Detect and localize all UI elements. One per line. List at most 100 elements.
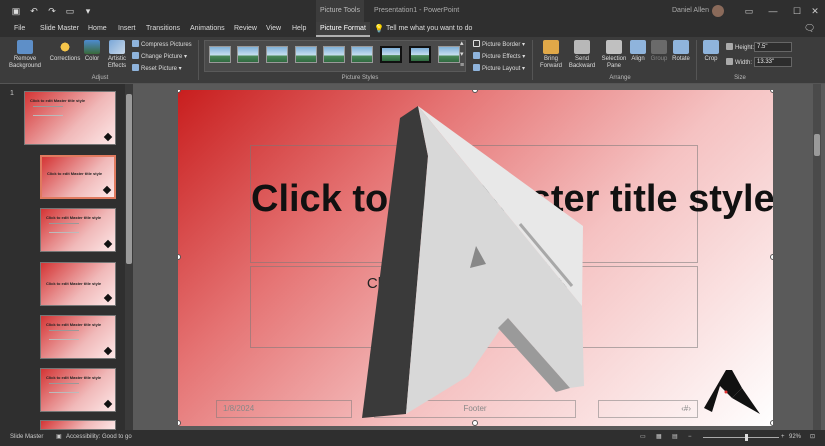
- tab-transitions[interactable]: Transitions: [146, 22, 180, 37]
- picture-styles-gallery[interactable]: [204, 40, 466, 72]
- group-label-picture-styles: Picture Styles: [341, 75, 379, 81]
- avatar[interactable]: [712, 5, 724, 17]
- save-icon[interactable]: ▣: [10, 5, 22, 17]
- selection-pane-icon: [606, 40, 622, 54]
- fit-slide-icon[interactable]: ⊡: [810, 430, 815, 445]
- user-name[interactable]: Daniel Allen: [672, 0, 709, 22]
- picture-border-button[interactable]: Picture Border ▾: [473, 40, 525, 49]
- picture-style-9[interactable]: [438, 46, 460, 63]
- resize-handle-bottom-left[interactable]: [178, 420, 181, 426]
- ribbon-display-icon[interactable]: ▭: [736, 0, 762, 22]
- tab-review[interactable]: Review: [234, 22, 257, 37]
- redo-icon[interactable]: ↷: [46, 5, 58, 17]
- picture-style-1[interactable]: [209, 46, 231, 63]
- lightbulb-icon: 💡: [374, 24, 384, 33]
- compress-pictures-button[interactable]: Compress Pictures: [132, 40, 192, 49]
- reset-picture-icon: [132, 64, 139, 71]
- start-from-beginning-icon[interactable]: ▭: [64, 5, 76, 17]
- logo-picture[interactable]: [358, 96, 598, 418]
- artistic-effects-button[interactable]: Artistic Effects: [104, 40, 130, 70]
- send-backward-button[interactable]: Send Backward: [566, 40, 598, 70]
- group-label-arrange: Arrange: [609, 75, 631, 81]
- undo-icon[interactable]: ↶: [28, 5, 40, 17]
- slide-number-placeholder[interactable]: ‹#›: [598, 400, 698, 418]
- slide-canvas[interactable]: Click to edit Master title style Click t…: [178, 90, 773, 426]
- zoom-slider-knob[interactable]: [745, 434, 748, 441]
- resize-handle-top-right[interactable]: [770, 90, 773, 93]
- tell-me-search[interactable]: Tell me what you want to do: [386, 22, 472, 36]
- spelling-icon[interactable]: ▣: [56, 430, 62, 445]
- tab-help[interactable]: Help: [292, 22, 306, 37]
- zoom-in-icon[interactable]: +: [781, 430, 785, 445]
- group-label-size: Size: [734, 75, 746, 81]
- accessibility-status[interactable]: Accessibility: Good to go: [66, 430, 132, 445]
- gallery-more-icon[interactable]: ≡: [460, 62, 464, 69]
- tab-slide-master[interactable]: Slide Master: [40, 22, 79, 37]
- crop-button[interactable]: Crop: [700, 40, 722, 63]
- resize-handle-bottom[interactable]: [472, 420, 478, 426]
- slide-thumbnail-panel: 1 Click to edit Master title style Click…: [0, 84, 133, 430]
- workspace-scrollbar[interactable]: [813, 84, 821, 430]
- slide-number: 1: [10, 90, 14, 97]
- resize-handle-bottom-right[interactable]: [770, 420, 773, 426]
- reset-picture-button[interactable]: Reset Picture ▾: [132, 64, 182, 73]
- compress-icon: [132, 40, 139, 47]
- reading-view-icon[interactable]: ▤: [672, 430, 678, 445]
- resize-handle-right[interactable]: [770, 254, 773, 260]
- layout-thumbnail[interactable]: Click to edit Master title style: [40, 262, 116, 306]
- gallery-scroll-down-icon[interactable]: ▾: [460, 51, 464, 58]
- workspace-scrollbar-thumb[interactable]: [814, 134, 820, 156]
- zoom-out-icon[interactable]: −: [688, 430, 692, 445]
- resize-handle-top[interactable]: [472, 90, 478, 93]
- panel-scrollbar-thumb[interactable]: [126, 94, 132, 264]
- picture-style-2[interactable]: [237, 46, 259, 63]
- picture-style-6[interactable]: [351, 46, 373, 63]
- comments-icon[interactable]: 🗨: [804, 23, 815, 34]
- width-input[interactable]: 13.33": [754, 57, 792, 67]
- zoom-slider[interactable]: [703, 437, 779, 438]
- bring-forward-button[interactable]: Bring Forward: [536, 40, 566, 70]
- resize-handle-left[interactable]: [178, 254, 181, 260]
- picture-style-7[interactable]: [380, 46, 402, 63]
- tab-animations[interactable]: Animations: [190, 22, 225, 37]
- minimize-icon[interactable]: —: [760, 0, 786, 22]
- normal-view-icon[interactable]: ▭: [640, 430, 646, 445]
- tab-insert[interactable]: Insert: [118, 22, 136, 37]
- logo-icon: [103, 132, 113, 142]
- picture-style-5[interactable]: [323, 46, 345, 63]
- zoom-level[interactable]: 92%: [789, 430, 801, 445]
- corrections-button[interactable]: Corrections: [48, 40, 82, 63]
- selection-pane-button[interactable]: Selection Pane: [600, 40, 628, 70]
- picture-style-4[interactable]: [295, 46, 317, 63]
- picture-layout-button[interactable]: Picture Layout ▾: [473, 64, 525, 73]
- align-button[interactable]: Align: [628, 40, 648, 63]
- tab-picture-format[interactable]: Picture Format: [316, 22, 370, 37]
- gallery-scroll-up-icon[interactable]: ▴: [460, 40, 464, 47]
- layout-thumbnail[interactable]: Click to edit Master title style: [40, 208, 116, 252]
- master-slide-thumbnail[interactable]: Click to edit Master title style: [24, 91, 116, 145]
- resize-handle-top-left[interactable]: [178, 90, 181, 93]
- close-icon[interactable]: ✕: [802, 0, 825, 22]
- panel-scrollbar[interactable]: [125, 84, 133, 430]
- picture-style-8[interactable]: [409, 46, 431, 63]
- remove-background-button[interactable]: Remove Background: [6, 40, 44, 70]
- tab-view[interactable]: View: [266, 22, 281, 37]
- slide-sorter-icon[interactable]: ▦: [656, 430, 662, 445]
- rotate-button[interactable]: Rotate: [670, 40, 692, 63]
- layout-thumbnail[interactable]: [40, 420, 116, 430]
- tab-file[interactable]: File: [14, 22, 25, 37]
- height-input[interactable]: 7.5": [754, 42, 792, 52]
- date-placeholder[interactable]: 1/8/2024: [216, 400, 352, 418]
- picture-effects-button[interactable]: Picture Effects ▾: [473, 52, 525, 61]
- picture-style-3[interactable]: [266, 46, 288, 63]
- layout-thumbnail[interactable]: Click to edit Master title style: [40, 315, 116, 359]
- layout-thumbnail-title[interactable]: Click to edit Master title style: [40, 155, 116, 199]
- logo-icon: [102, 185, 112, 195]
- title-bar: ▣ ↶ ↷ ▭ ▾ Picture Tools Presentation1 - …: [0, 0, 825, 22]
- layout-thumbnail[interactable]: Click to edit Master title style: [40, 368, 116, 412]
- group-button[interactable]: Group: [648, 40, 670, 63]
- change-picture-button[interactable]: Change Picture ▾: [132, 52, 187, 61]
- tab-home[interactable]: Home: [88, 22, 107, 37]
- color-button[interactable]: Color: [82, 40, 102, 63]
- customize-toolbar-icon[interactable]: ▾: [82, 5, 94, 17]
